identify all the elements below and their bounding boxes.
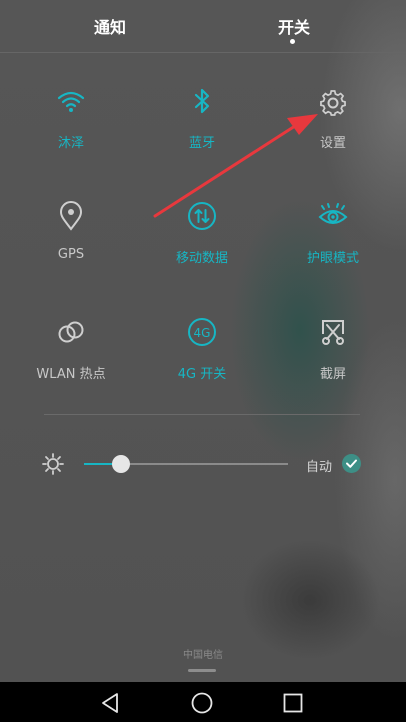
tile-mobile-data[interactable]: 移动数据 — [147, 201, 257, 291]
tile-bluetooth[interactable]: 蓝牙 — [147, 86, 257, 176]
tile-screenshot-label: 截屏 — [319, 367, 346, 382]
eye-icon — [318, 203, 348, 224]
tab-switches[interactable]: 开关 — [234, 14, 354, 38]
quick-settings-panel: 通知 开关 沐泽 蓝牙 设置 GPS 移动数据 护眼模式 WLAN 热点 4G … — [0, 0, 406, 682]
tile-hotspot[interactable]: WLAN 热点 — [16, 317, 126, 407]
tile-bluetooth-label: 蓝牙 — [188, 136, 215, 151]
tile-eye-comfort[interactable]: 护眼模式 — [278, 201, 388, 291]
tile-gps[interactable]: GPS — [16, 201, 126, 291]
brightness-icon — [42, 453, 64, 475]
tile-eye-comfort-label: 护眼模式 — [306, 251, 359, 266]
navigation-bar — [0, 682, 406, 722]
tile-wifi[interactable]: 沐泽 — [16, 86, 126, 176]
tile-wifi-label: 沐泽 — [57, 136, 84, 151]
auto-brightness-label: 自动 — [306, 460, 333, 475]
drag-handle[interactable] — [188, 669, 216, 672]
hotspot-icon — [58, 321, 84, 343]
panel-header: 通知 开关 — [0, 0, 406, 53]
brightness-slider-thumb[interactable] — [111, 455, 130, 473]
tile-settings[interactable]: 设置 — [278, 86, 388, 176]
carrier-label: 中国电信 — [183, 650, 223, 661]
4g-icon: 4G — [188, 318, 216, 346]
screenshot-icon — [322, 320, 344, 345]
recents-icon[interactable] — [281, 691, 305, 715]
tile-mobile-data-label: 移动数据 — [175, 251, 228, 266]
tile-gps-label: GPS — [57, 247, 85, 262]
tile-hotspot-label: WLAN 热点 — [36, 367, 106, 382]
tile-4g-label: 4G 开关 — [177, 367, 227, 382]
bluetooth-icon — [194, 88, 210, 114]
svg-text:4G: 4G — [194, 326, 211, 340]
location-pin-icon — [59, 201, 83, 231]
gear-icon — [320, 90, 346, 116]
mobile-data-icon — [188, 202, 216, 230]
tile-4g[interactable]: 4G 4G 开关 — [147, 317, 257, 407]
tile-settings-label: 设置 — [319, 136, 346, 151]
auto-brightness-checkbox[interactable] — [342, 454, 361, 473]
tile-screenshot[interactable]: 截屏 — [278, 317, 388, 407]
tab-notifications[interactable]: 通知 — [50, 14, 170, 38]
divider — [44, 414, 360, 415]
back-icon[interactable] — [98, 691, 122, 715]
home-icon[interactable] — [190, 691, 214, 715]
wifi-icon — [57, 91, 85, 112]
active-tab-indicator — [290, 39, 295, 44]
